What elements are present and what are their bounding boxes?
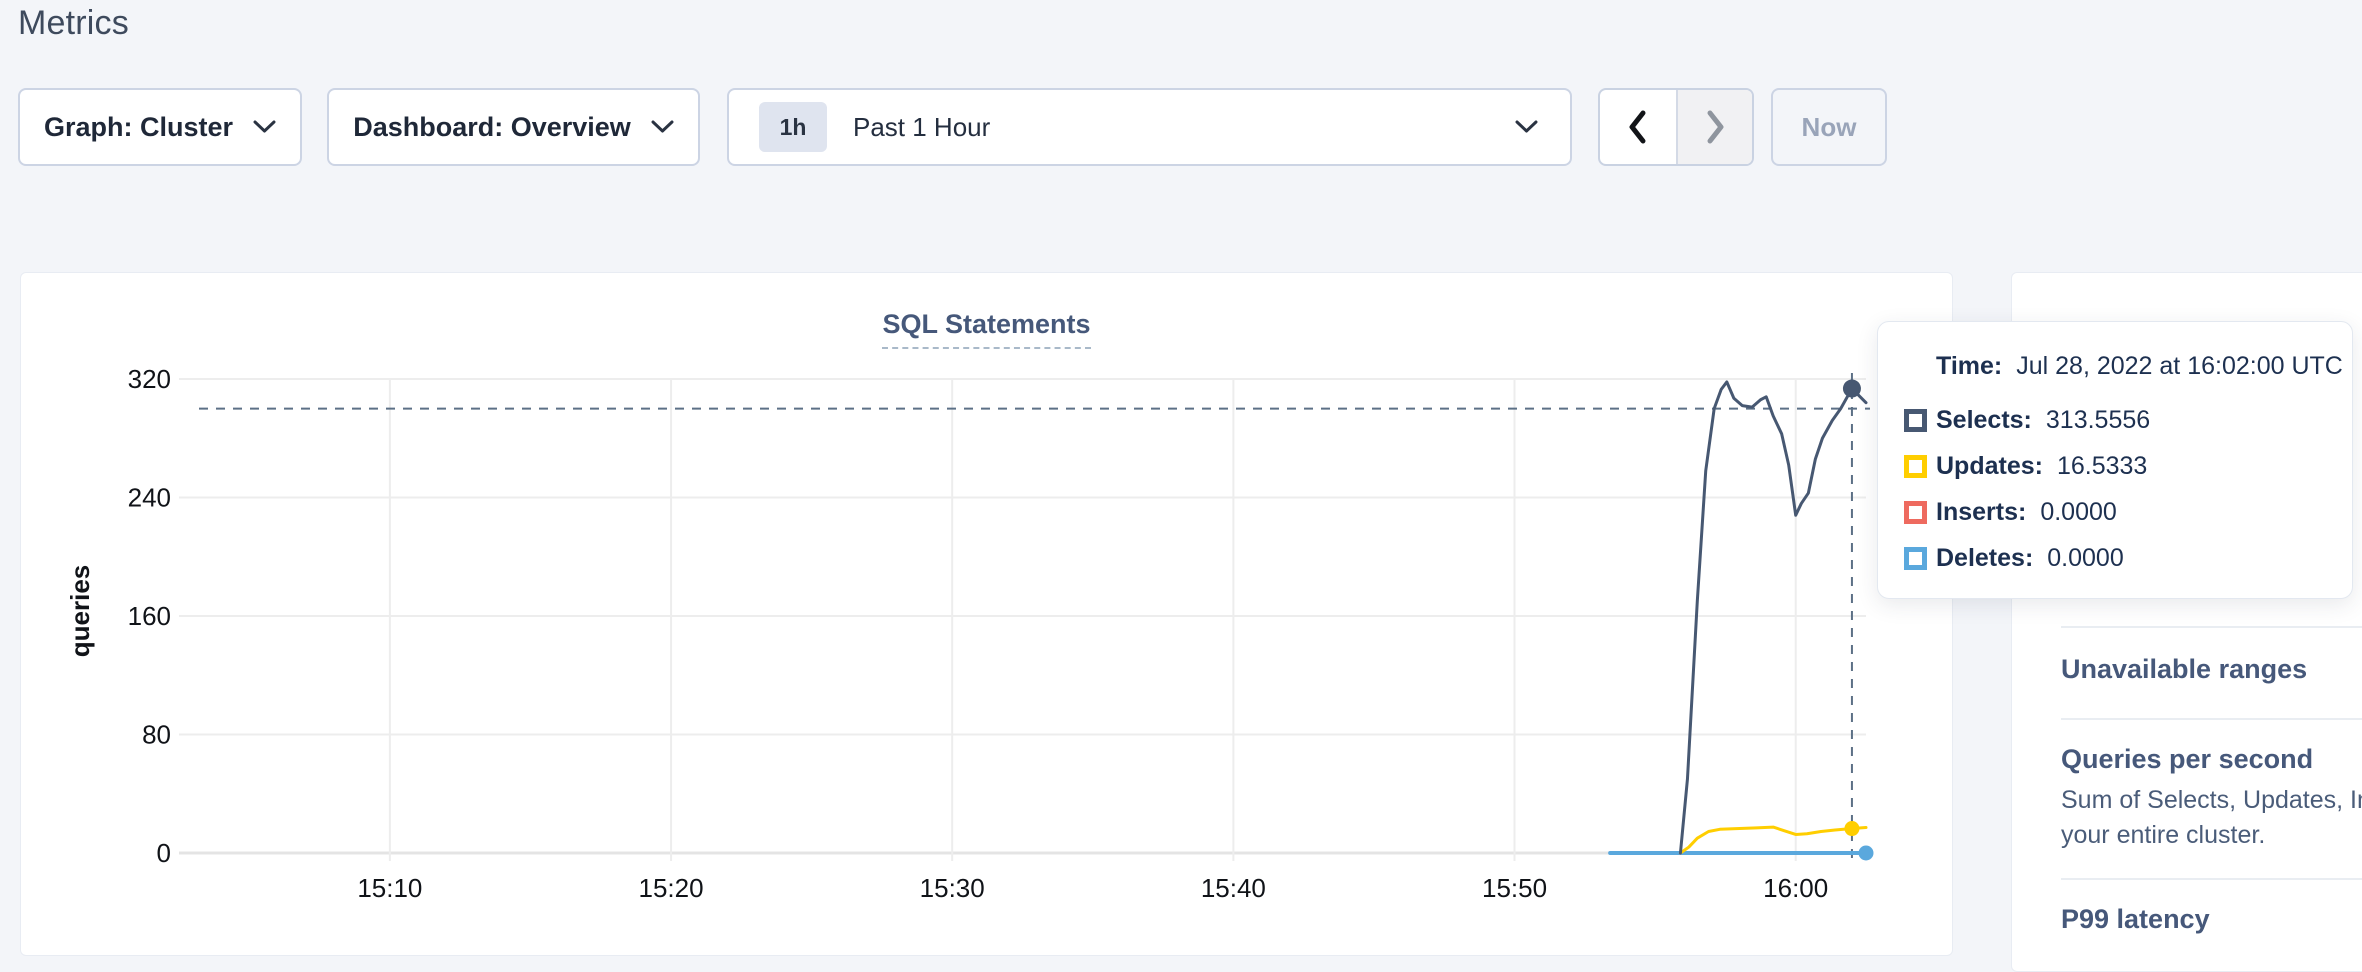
tooltip-series-value: 0.0000 — [2040, 498, 2116, 527]
y-axis-title: queries — [65, 565, 95, 658]
x-axis-tick-label: 15:40 — [1201, 873, 1266, 903]
y-axis-tick-label: 240 — [128, 483, 171, 513]
tooltip-time-row: Time: Jul 28, 2022 at 16:02:00 UTC — [1936, 352, 2352, 381]
y-axis-tick-label: 160 — [128, 601, 171, 631]
tooltip-series-label: Selects: — [1936, 406, 2032, 435]
tooltip-series-label: Updates: — [1936, 452, 2043, 481]
time-shift-next-button[interactable] — [1676, 90, 1752, 164]
tooltip-series-value: 16.5333 — [2057, 452, 2147, 481]
chevron-down-icon — [253, 120, 276, 134]
side-panel-heading-unavailable-ranges: Unavailable ranges — [2061, 654, 2307, 685]
x-axis-tick-label: 16:00 — [1763, 873, 1828, 903]
side-panel-description-line: Sum of Selects, Updates, Inser — [2061, 783, 2362, 818]
tooltip-series-value: 313.5556 — [2046, 406, 2150, 435]
time-range-badge: 1h — [759, 102, 827, 152]
chart-tooltip: Time: Jul 28, 2022 at 16:02:00 UTC Select… — [1877, 321, 2353, 599]
x-axis-tick-label: 15:20 — [639, 873, 704, 903]
y-axis-tick-label: 80 — [142, 720, 171, 750]
tooltip-series-row: Updates: 16.5333 — [1904, 454, 2352, 478]
side-panel-heading-p99-latency: P99 latency — [2061, 904, 2210, 935]
tooltip-series-row: Deletes: 0.0000 — [1904, 546, 2352, 570]
divider — [2061, 718, 2362, 720]
tooltip-series-label: Inserts: — [1936, 498, 2026, 527]
chevron-left-icon — [1627, 109, 1649, 145]
graph-scope-label: Graph: Cluster — [44, 112, 233, 143]
tooltip-time-label: Time: — [1936, 352, 2002, 380]
time-shift-prev-button[interactable] — [1600, 90, 1676, 164]
tooltip-series-row: Selects: 313.5556 — [1904, 408, 2352, 432]
series-color-swatch-icon — [1904, 409, 1927, 432]
sql-statements-chart-card: SQL Statements 08016024032015:1015:2015:… — [20, 272, 1953, 956]
sql-statements-chart[interactable]: 0 80 160 240 320 15:10 15:20 15:30 15:40 15:50 16:… — [21, 273, 1951, 954]
side-panel-heading-queries-per-second: Queries per second — [2061, 744, 2313, 775]
tooltip-time-value: Jul 28, 2022 at 16:02:00 UTC — [2016, 352, 2343, 380]
tooltip-series-rows: Selects: 313.5556Updates: 16.5333 Inserts: 0… — [1878, 408, 2352, 570]
dashboard-dropdown[interactable]: Dashboard: Overview — [327, 88, 700, 166]
tooltip-series-label: Deletes: — [1936, 544, 2033, 573]
chevron-right-icon — [1704, 109, 1726, 145]
time-shift-button-group — [1598, 88, 1754, 166]
divider — [2061, 878, 2362, 880]
x-axis-tick-label: 15:30 — [920, 873, 985, 903]
time-range-dropdown[interactable]: 1h Past 1 Hour — [727, 88, 1572, 166]
selects-line — [1680, 382, 1866, 853]
y-axis-tick-label: 320 — [128, 364, 171, 394]
x-axis-tick-label: 15:10 — [357, 873, 422, 903]
graph-scope-dropdown[interactable]: Graph: Cluster — [18, 88, 302, 166]
selects-hover-dot — [1843, 380, 1861, 398]
page-title: Metrics — [18, 4, 129, 43]
updates-hover-dot — [1844, 821, 1859, 836]
updates-line — [1680, 827, 1866, 853]
dashboard-label: Dashboard: Overview — [353, 112, 631, 143]
x-axis-tick-label: 15:50 — [1482, 873, 1547, 903]
divider — [2061, 626, 2362, 628]
series-color-swatch-icon — [1904, 501, 1927, 524]
tooltip-series-row: Inserts: 0.0000 — [1904, 500, 2352, 524]
chevron-down-icon — [1515, 120, 1538, 134]
chevron-down-icon — [651, 120, 674, 134]
side-panel-description-line: your entire cluster. — [2061, 818, 2265, 853]
series-color-swatch-icon — [1904, 455, 1927, 478]
series-color-swatch-icon — [1904, 547, 1927, 570]
now-button[interactable]: Now — [1771, 88, 1887, 166]
tooltip-series-value: 0.0000 — [2047, 544, 2123, 573]
time-range-label: Past 1 Hour — [853, 112, 990, 143]
deletes-hover-dot — [1859, 846, 1874, 861]
y-axis-tick-label: 0 — [157, 838, 171, 868]
